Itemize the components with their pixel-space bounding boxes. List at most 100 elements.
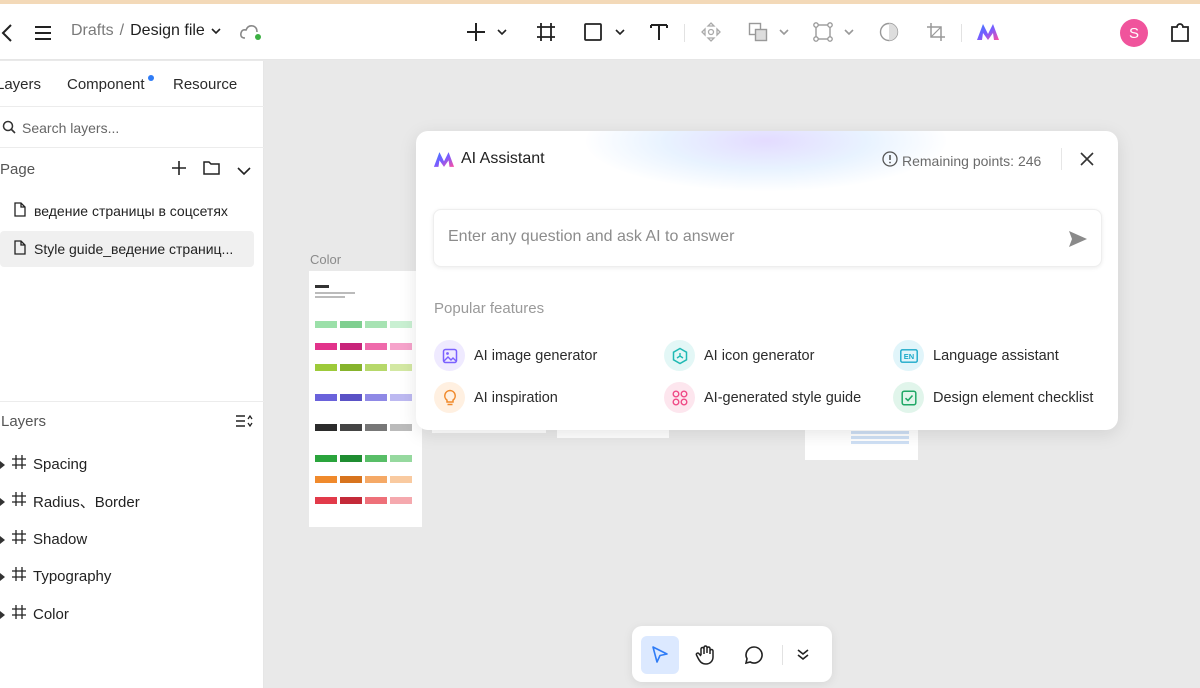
chevron-down-icon[interactable]	[237, 163, 251, 181]
layer-item-label: Spacing	[33, 455, 88, 473]
frame-icon	[12, 530, 26, 548]
feature-label: AI-generated style guide	[704, 389, 862, 406]
feature-ai-style-guide[interactable]: AI-generated style guide	[664, 382, 861, 413]
grid-icon	[664, 382, 695, 413]
feature-label: Language assistant	[933, 347, 1059, 364]
move-icon[interactable]	[700, 21, 722, 43]
text-tool-icon[interactable]	[648, 21, 670, 43]
file-name[interactable]: Design file	[130, 22, 205, 40]
page-item-selected[interactable]: Style guide_ведение страниц...	[0, 231, 254, 267]
ai-question-input[interactable]	[448, 228, 1048, 246]
chevron-down-icon[interactable]	[211, 22, 221, 40]
ai-question-box[interactable]	[433, 209, 1102, 267]
left-panel: Layers Component Resource Search layers.…	[0, 61, 264, 688]
folder-icon[interactable]	[203, 160, 220, 180]
crop-icon[interactable]	[925, 21, 947, 43]
toolbar-divider	[684, 24, 685, 42]
caret-right-icon[interactable]	[0, 606, 6, 623]
hand-icon	[695, 645, 714, 665]
toolbar-divider	[782, 645, 783, 665]
plus-icon[interactable]	[464, 20, 488, 44]
bottom-toolbar	[632, 626, 832, 682]
page-item[interactable]: ведение страницы в соцсетях	[0, 193, 254, 229]
send-icon[interactable]	[1068, 230, 1088, 253]
mask-icon[interactable]	[878, 21, 900, 43]
en-icon: EN	[893, 340, 924, 371]
page-icon	[14, 202, 26, 220]
tab-resource[interactable]: Resource	[173, 76, 237, 93]
feature-ai-icon-generator[interactable]: AI icon generator	[664, 340, 814, 371]
panel-tabs: Layers Component Resource	[0, 61, 264, 107]
info-icon	[882, 151, 898, 170]
frame-tool-icon[interactable]	[535, 21, 557, 43]
page-item-label: Style guide_ведение страниц...	[34, 241, 234, 257]
select-tool-button[interactable]	[641, 636, 679, 674]
avatar[interactable]: S	[1120, 19, 1148, 47]
ai-assistant-title: AI Assistant	[461, 150, 545, 167]
image-icon	[434, 340, 465, 371]
chevron-down-icon[interactable]	[495, 26, 509, 38]
page-section-header: Page	[0, 157, 264, 187]
double-chevron-down-icon	[797, 649, 809, 661]
color-frame-thumbnail[interactable]	[309, 271, 422, 527]
menu-icon[interactable]	[32, 22, 54, 44]
layer-item-label: Typography	[33, 567, 112, 585]
tab-component[interactable]: Component	[67, 76, 145, 93]
search-input[interactable]: Search layers...	[22, 120, 119, 136]
frame-icon	[12, 567, 26, 585]
remaining-points: Remaining points: 246	[882, 151, 1041, 170]
ai-logo-icon[interactable]	[976, 22, 1000, 42]
feature-ai-image-generator[interactable]: AI image generator	[434, 340, 597, 371]
rectangle-tool-icon[interactable]	[583, 22, 603, 42]
feature-label: AI icon generator	[704, 347, 815, 364]
ai-logo-icon	[433, 151, 455, 173]
page-section-title: Page	[0, 161, 36, 178]
caret-right-icon[interactable]	[0, 531, 6, 548]
popular-features-title: Popular features	[434, 300, 545, 317]
tab-layers[interactable]: Layers	[0, 76, 41, 93]
comment-icon	[744, 646, 763, 665]
frame-icon	[12, 605, 26, 623]
layer-item[interactable]: Spacing	[0, 446, 264, 482]
check-icon	[893, 382, 924, 413]
chevron-down-icon[interactable]	[842, 26, 856, 38]
breadcrumb: Drafts / Design file	[71, 22, 221, 40]
frame-icon	[12, 492, 26, 510]
feature-language-assistant[interactable]: EN Language assistant	[893, 340, 1059, 371]
header-divider	[1061, 148, 1062, 170]
component-icon[interactable]	[812, 21, 834, 43]
boolean-icon[interactable]	[747, 21, 769, 43]
layer-item[interactable]: Typography	[0, 558, 264, 594]
caret-right-icon[interactable]	[0, 493, 6, 510]
layer-item[interactable]: Color	[0, 596, 264, 632]
plugin-icon[interactable]	[1168, 20, 1192, 44]
top-toolbar: Drafts / Design file S	[0, 4, 1200, 60]
page-icon	[14, 240, 26, 258]
search-layers[interactable]: Search layers...	[0, 108, 264, 148]
more-tools-button[interactable]	[784, 636, 822, 674]
page-item-label: ведение страницы в соцсетях	[34, 203, 228, 219]
feature-ai-inspiration[interactable]: AI inspiration	[434, 382, 558, 413]
add-page-icon[interactable]	[171, 160, 187, 181]
hand-tool-button[interactable]	[687, 636, 725, 674]
collapse-layers-icon[interactable]	[235, 414, 253, 433]
layer-item[interactable]: Shadow	[0, 521, 264, 557]
caret-right-icon[interactable]	[0, 568, 6, 585]
close-icon[interactable]	[1080, 152, 1094, 171]
layer-item-label: Shadow	[33, 530, 88, 548]
comment-tool-button[interactable]	[735, 636, 773, 674]
chevron-down-icon[interactable]	[777, 26, 791, 38]
toolbar-divider	[961, 24, 962, 42]
layer-item-label: Color	[33, 605, 69, 623]
feature-design-element-checklist[interactable]: Design element checklist	[893, 382, 1093, 413]
back-icon[interactable]	[0, 22, 14, 44]
frame-label[interactable]: Color	[310, 252, 341, 267]
layer-item[interactable]: Radius、Border	[0, 483, 264, 519]
svg-text:EN: EN	[903, 352, 913, 361]
layer-item-label: Radius、Border	[33, 493, 140, 511]
breadcrumb-separator: /	[119, 22, 125, 39]
caret-right-icon[interactable]	[0, 456, 6, 473]
chevron-down-icon[interactable]	[613, 26, 627, 38]
breadcrumb-drafts[interactable]: Drafts	[71, 22, 114, 40]
bulb-icon	[434, 382, 465, 413]
